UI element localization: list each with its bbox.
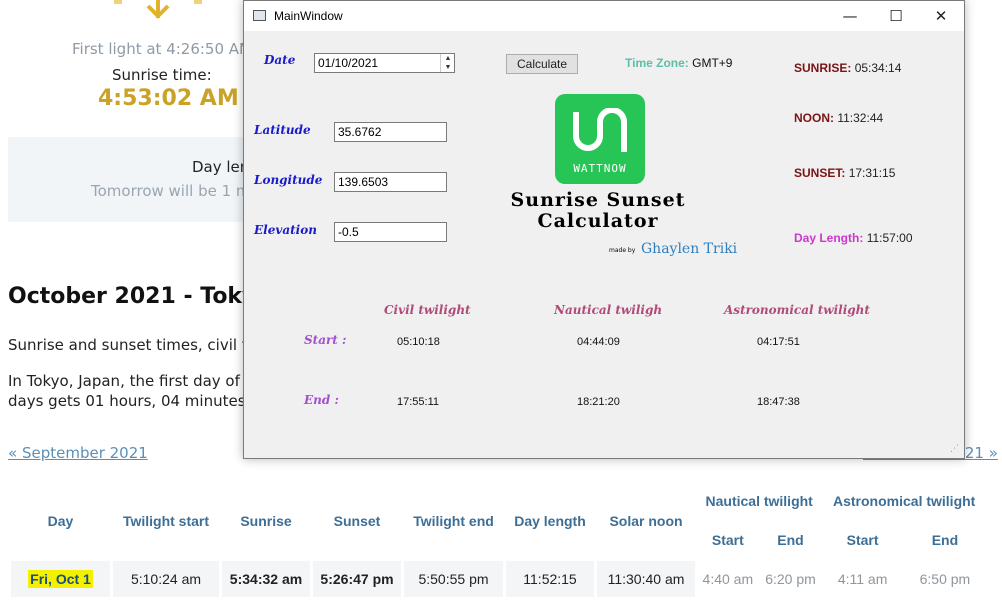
spin-up-icon[interactable]: ▲ bbox=[441, 54, 455, 63]
latitude-field[interactable]: 35.6762 bbox=[334, 122, 447, 142]
author-name: Ghaylen Triki bbox=[641, 241, 738, 257]
cell-sunset: 5:26:47 pm bbox=[313, 561, 401, 597]
maximize-button[interactable]: ☐ bbox=[873, 1, 919, 31]
civil-end-value: 17:55:11 bbox=[397, 396, 440, 408]
app-title-line2: Calculator bbox=[537, 210, 659, 232]
sunset-result: SUNSET: 17:31:15 bbox=[794, 166, 895, 180]
made-by-text: made by bbox=[609, 247, 636, 254]
cell-twilight-end: 5:50:55 pm bbox=[404, 561, 503, 597]
elevation-label: Elevation bbox=[254, 223, 317, 237]
astronomical-start-value: 04:17:51 bbox=[757, 336, 800, 348]
logo-mark-icon bbox=[573, 108, 627, 152]
first-light-text: First light at 4:26:50 AM bbox=[72, 40, 252, 58]
cell-day-length: 11:52:15 bbox=[506, 561, 594, 597]
col-header-start: Start bbox=[698, 522, 758, 558]
day-length-result: Day Length: 11:57:00 bbox=[794, 231, 913, 245]
noon-result: NOON: 11:32:44 bbox=[794, 111, 883, 125]
resize-grip-icon[interactable]: ⋰ bbox=[950, 444, 962, 456]
twilight-start-label: Start : bbox=[304, 333, 347, 347]
timezone-label: Time Zone: bbox=[625, 56, 689, 70]
col-header-end: End bbox=[760, 522, 821, 558]
tomorrow-text: Tomorrow will be 1 mi bbox=[91, 182, 255, 200]
spin-down-icon[interactable]: ▼ bbox=[441, 63, 455, 72]
date-value: 01/10/2021 bbox=[318, 56, 379, 70]
col-header-solar-noon: Solar noon bbox=[597, 483, 695, 558]
sunset-result-value: 17:31:15 bbox=[848, 166, 896, 180]
civil-start-value: 05:10:18 bbox=[397, 336, 440, 348]
sunrise-result-label: SUNRISE: bbox=[794, 61, 852, 75]
latitude-label: Latitude bbox=[254, 123, 311, 137]
nautical-end-value: 18:21:20 bbox=[577, 396, 620, 408]
day-length-result-value: 11:57:00 bbox=[866, 231, 913, 245]
nautical-twilight-header: Nautical twiligh bbox=[554, 303, 663, 317]
day-length-box bbox=[8, 137, 244, 222]
description-line: Sunrise and sunset times, civil twil bbox=[8, 336, 269, 354]
cell-astro-end: 6:50 pm bbox=[904, 561, 985, 597]
elevation-field[interactable]: -0.5 bbox=[334, 222, 447, 242]
sunrise-result: SUNRISE: 05:34:14 bbox=[794, 61, 901, 75]
col-header-end: End bbox=[904, 522, 985, 558]
highlighted-day: Fri, Oct 1 bbox=[28, 570, 93, 588]
sun-icon bbox=[114, 0, 202, 19]
sunrise-time: 4:53:02 AM bbox=[98, 86, 239, 111]
cell-nautical-end: 6:20 pm bbox=[760, 561, 821, 597]
cell-astro-start: 4:11 am bbox=[823, 561, 902, 597]
window-title: MainWindow bbox=[274, 9, 343, 23]
noon-result-label: NOON: bbox=[794, 111, 834, 125]
col-header-twilight-start: Twilight start bbox=[113, 483, 219, 558]
cell-sunrise: 5:34:32 am bbox=[222, 561, 310, 597]
table-row: Fri, Oct 1 5:10:24 am 5:34:32 am 5:26:47… bbox=[11, 561, 985, 597]
sun-times-table: Day Twilight start Sunrise Sunset Twilig… bbox=[8, 480, 988, 600]
col-header-twilight-end: Twilight end bbox=[404, 483, 503, 558]
noon-result-value: 11:32:44 bbox=[837, 111, 884, 125]
longitude-label: Longitude bbox=[254, 173, 323, 187]
description-line: days gets 01 hours, 04 minutes sho bbox=[8, 392, 277, 410]
cell-twilight-start: 5:10:24 am bbox=[113, 561, 219, 597]
date-label: Date bbox=[264, 53, 296, 67]
wattnow-logo: WATTNOW bbox=[555, 94, 645, 184]
civil-twilight-header: Civil twilight bbox=[384, 303, 471, 317]
longitude-field[interactable]: 139.6503 bbox=[334, 172, 447, 192]
col-header-day-length: Day length bbox=[506, 483, 594, 558]
col-header-astronomical: Astronomical twilight bbox=[823, 483, 985, 519]
cell-nautical-start: 4:40 am bbox=[698, 561, 758, 597]
cell-day: Fri, Oct 1 bbox=[11, 561, 110, 597]
nautical-start-value: 04:44:09 bbox=[577, 336, 620, 348]
timezone-display: Time Zone: GMT+9 bbox=[625, 56, 732, 70]
sunrise-label: Sunrise time: bbox=[112, 66, 212, 84]
col-header-start: Start bbox=[823, 522, 902, 558]
day-length-result-label: Day Length: bbox=[794, 231, 864, 245]
cell-solar-noon: 11:30:40 am bbox=[597, 561, 695, 597]
col-header-nautical: Nautical twilight bbox=[698, 483, 821, 519]
main-window[interactable]: MainWindow — ☐ ✕ Date 01/10/2021 ▲ ▼ Cal… bbox=[243, 0, 965, 459]
minimize-button[interactable]: — bbox=[827, 1, 873, 31]
description-line: In Tokyo, Japan, the first day of Oc bbox=[8, 372, 265, 390]
close-button[interactable]: ✕ bbox=[918, 1, 964, 31]
window-icon bbox=[253, 10, 266, 21]
astronomical-twilight-header: Astronomical twilight bbox=[724, 303, 870, 317]
logo-text: WATTNOW bbox=[573, 162, 627, 175]
date-field[interactable]: 01/10/2021 ▲ ▼ bbox=[314, 53, 455, 73]
calculate-button[interactable]: Calculate bbox=[506, 54, 578, 74]
astronomical-end-value: 18:47:38 bbox=[757, 396, 800, 408]
sunset-result-label: SUNSET: bbox=[794, 166, 846, 180]
col-header-sunrise: Sunrise bbox=[222, 483, 310, 558]
date-spinner[interactable]: ▲ ▼ bbox=[440, 54, 455, 72]
timezone-value: GMT+9 bbox=[692, 56, 733, 70]
col-header-sunset: Sunset bbox=[313, 483, 401, 558]
app-title-line1: Sunrise Sunset bbox=[510, 189, 686, 211]
title-bar[interactable]: MainWindow — ☐ ✕ bbox=[244, 1, 964, 31]
twilight-end-label: End : bbox=[304, 393, 339, 407]
month-title: October 2021 - Tokyo, bbox=[8, 284, 280, 309]
col-header-day: Day bbox=[11, 483, 110, 558]
table-header-row: Day Twilight start Sunrise Sunset Twilig… bbox=[11, 483, 985, 558]
day-length-text: Day len bbox=[192, 158, 250, 176]
sunrise-result-value: 05:34:14 bbox=[854, 61, 902, 75]
prev-month-link[interactable]: « September 2021 bbox=[8, 444, 148, 462]
